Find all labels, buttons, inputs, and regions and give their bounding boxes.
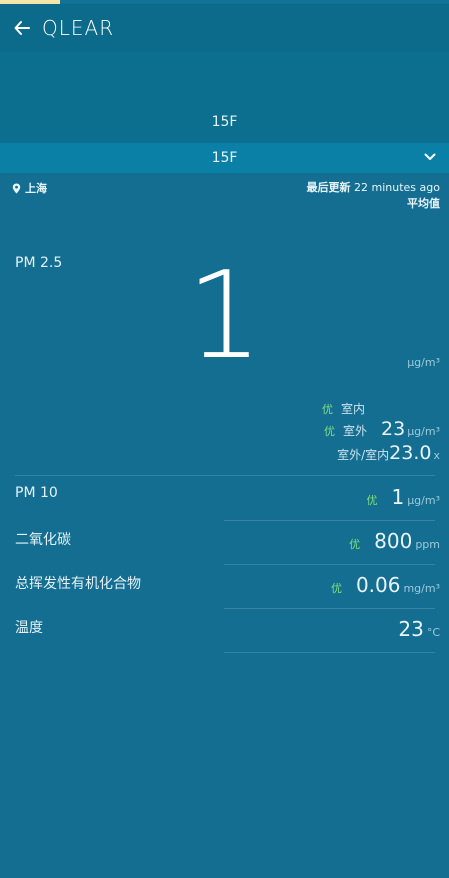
pm25-unit: μg/m³ <box>407 356 440 369</box>
metric-unit: ppm <box>415 538 440 551</box>
metric-value: 0.06 <box>355 573 401 597</box>
metric-pm10: PM 10 优 1 μg/m³ <box>0 477 449 521</box>
outdoor-row: 优 室外 23 μg/m³ <box>324 418 440 440</box>
metric-value-group: 23 °C <box>398 617 440 641</box>
metric-value: 1 <box>391 485 405 509</box>
indoor-quality: 优 <box>321 403 333 416</box>
location: 上海 <box>12 180 47 196</box>
floor-header: 15F <box>0 52 449 143</box>
metric-quality: 优 <box>366 494 378 507</box>
metric-tvoc: 总挥发性有机化合物 优 0.06 mg/m³ <box>0 565 449 609</box>
metric-quality: 优 <box>349 538 361 551</box>
update-info: 最后更新 22 minutes ago 平均值 <box>307 180 440 212</box>
metric-co2: 二氧化碳 优 800 ppm <box>0 521 449 565</box>
metric-temperature: 温度 23 °C <box>0 609 449 653</box>
update-time: 22 minutes ago <box>354 181 440 194</box>
indoor-label: 室内 <box>340 402 365 416</box>
location-city: 上海 <box>25 182 47 195</box>
metric-value-group: 优 1 μg/m³ <box>366 485 440 509</box>
metric-unit: μg/m³ <box>407 494 440 507</box>
arrow-left-icon <box>14 21 30 35</box>
metric-unit: mg/m³ <box>403 582 440 595</box>
pm25-value: 1 <box>186 247 263 386</box>
location-pin-icon <box>12 183 21 193</box>
metric-name: 总挥发性有机化合物 <box>15 576 141 592</box>
metric-name: PM 10 <box>15 485 58 501</box>
aggregation-mode: 平均值 <box>407 197 440 210</box>
chevron-down-icon <box>424 153 436 160</box>
row-divider <box>224 652 435 653</box>
metric-value-group: 优 0.06 mg/m³ <box>331 573 440 597</box>
metric-name: 二氧化碳 <box>15 532 71 548</box>
metric-value: 23 <box>398 617 424 641</box>
section-divider <box>15 475 435 476</box>
ratio-label: 室外/室内 <box>337 448 390 462</box>
outdoor-unit: μg/m³ <box>407 425 440 438</box>
outdoor-value: 23 <box>381 418 406 440</box>
update-label: 最后更新 <box>306 181 351 194</box>
floor-selector[interactable]: 15F <box>0 143 449 173</box>
ratio-value: 23.0 <box>389 442 432 464</box>
metric-unit: °C <box>426 626 440 639</box>
app-title: QLEAR <box>42 16 115 40</box>
ratio-row: 室外/室内 23.0 x <box>337 442 440 464</box>
metric-value: 800 <box>374 529 413 553</box>
app-bar: QLEAR <box>0 4 449 52</box>
floor-label: 15F <box>211 114 238 130</box>
outdoor-quality: 优 <box>323 425 335 438</box>
outdoor-label: 室外 <box>342 424 367 438</box>
metric-value-group: 优 800 ppm <box>349 529 440 553</box>
floor-selected-value: 15F <box>211 150 238 166</box>
metric-name: 温度 <box>15 620 43 636</box>
back-button[interactable] <box>2 4 42 52</box>
ratio-unit: x <box>433 449 440 462</box>
indoor-row: 优 室内 <box>322 400 365 417</box>
metric-quality: 优 <box>330 582 342 595</box>
